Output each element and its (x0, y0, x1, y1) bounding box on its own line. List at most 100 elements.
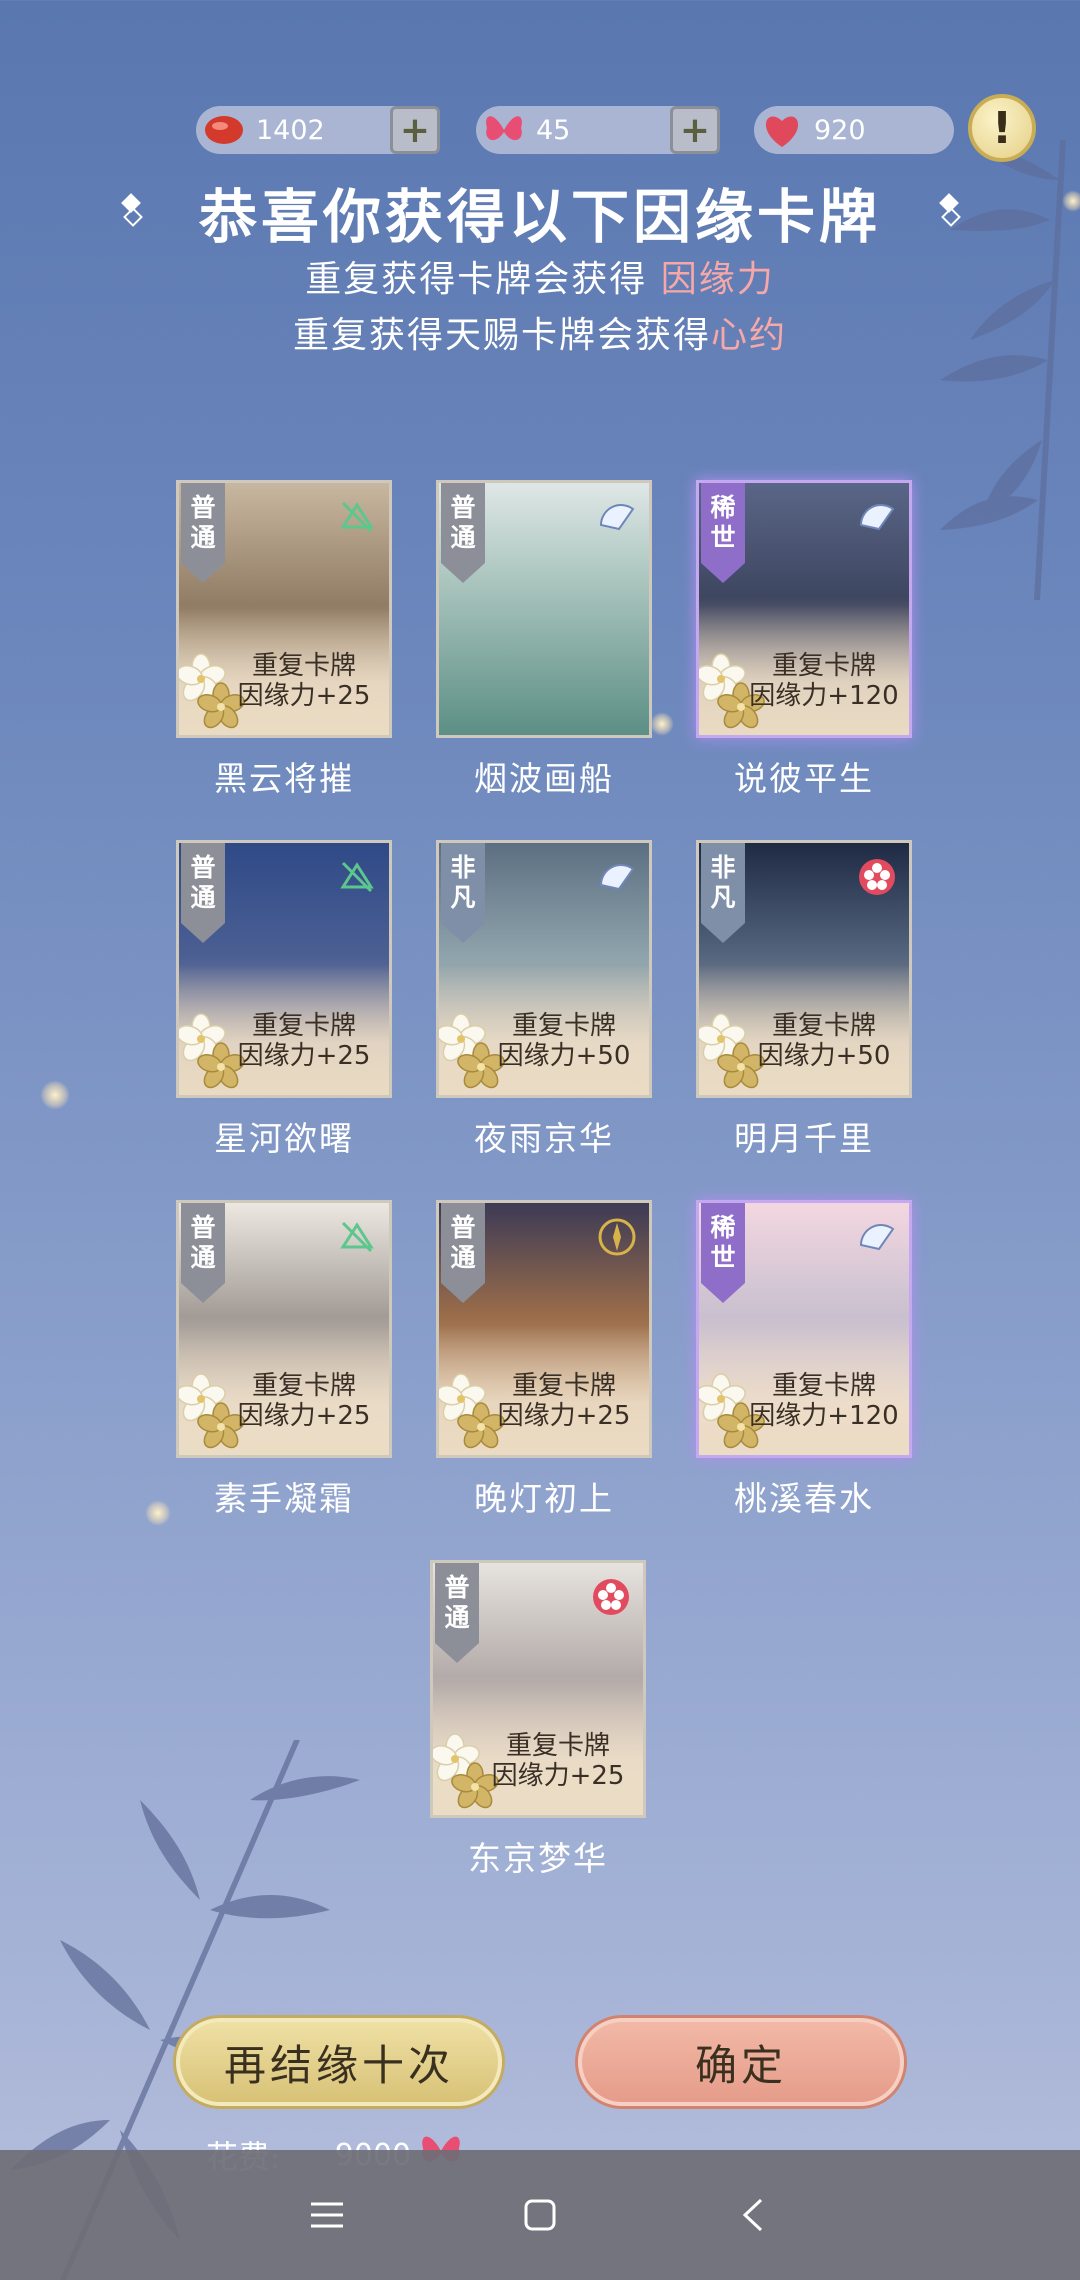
rarity-char-2: 通 (190, 883, 216, 912)
card-frame[interactable]: 普 通 (436, 480, 652, 738)
rarity-char-1: 稀 (710, 493, 736, 522)
card-frame[interactable]: 普 通 重复卡牌 因缘力+25 (176, 840, 392, 1098)
rarity-ribbon: 稀 世 (701, 1203, 745, 1303)
rarity-ribbon: 普 通 (441, 1203, 485, 1303)
card-item[interactable]: 普 通 重复卡牌 因缘力+25 黑云将摧 (176, 480, 392, 800)
home-icon[interactable] (510, 2185, 570, 2245)
duplicate-label: 重复卡牌 (771, 1011, 876, 1041)
card-frame[interactable]: 非 凡 重复卡牌 因缘力+50 (696, 840, 912, 1098)
rarity-char-2: 通 (190, 1243, 216, 1272)
rarity-char-2: 通 (450, 523, 476, 552)
fate-bonus: 因缘力+120 (749, 1401, 899, 1431)
rarity-char-1: 普 (450, 493, 476, 522)
rarity-ribbon: 普 通 (435, 1563, 479, 1663)
duplicate-label: 重复卡牌 (251, 651, 356, 681)
card-item[interactable]: 稀 世 重复卡牌 因缘力+120 桃溪春水 (696, 1200, 912, 1520)
card-item[interactable]: 普 通 重复卡牌 因缘力+25 素手凝霜 (176, 1200, 392, 1520)
card-item[interactable]: 普 通 重复卡牌 因缘力+25 星河欲曙 (176, 840, 392, 1160)
add-jade-button[interactable]: + (390, 106, 440, 154)
duplicate-note: 重复卡牌 因缘力+50 (745, 1011, 903, 1071)
fate-bonus: 因缘力+50 (497, 1041, 631, 1071)
confirm-button[interactable]: 确定 (578, 2018, 904, 2106)
card-item[interactable]: 普 通 重复卡牌 因缘力+25 晚灯初上 (436, 1200, 652, 1520)
rarity-char-2: 通 (190, 523, 216, 552)
exclamation-icon: ! (991, 102, 1013, 154)
jade-value: 1402 (256, 114, 325, 146)
butterfly-value: 45 (536, 114, 571, 146)
card-name: 夜雨京华 (474, 1119, 614, 1158)
card-item[interactable]: 非 凡 重复卡牌 因缘力+50 明月千里 (696, 840, 912, 1160)
menu-icon[interactable] (297, 2185, 357, 2245)
subtitle-2-highlight: 心约 (711, 315, 788, 356)
rarity-ribbon: 普 通 (441, 483, 485, 583)
duplicate-note: 重复卡牌 因缘力+120 (745, 651, 903, 711)
compass-icon (595, 1215, 639, 1259)
duplicate-label: 重复卡牌 (771, 651, 876, 681)
duplicate-label: 重复卡牌 (511, 1011, 616, 1041)
fan-icon (855, 495, 899, 539)
rarity-char-2: 通 (444, 1603, 470, 1632)
rarity-char-1: 普 (444, 1573, 470, 1602)
fan-icon (595, 495, 639, 539)
heart-icon (754, 106, 810, 154)
duplicate-label: 重复卡牌 (251, 1011, 356, 1041)
duplicate-note: 重复卡牌 因缘力+25 (225, 1011, 383, 1071)
card-name: 烟波画船 (474, 759, 614, 798)
fate-bonus: 因缘力+25 (491, 1761, 625, 1791)
card-frame[interactable]: 非 凡 重复卡牌 因缘力+50 (436, 840, 652, 1098)
subtitle-1-highlight: 因缘力 (660, 259, 775, 300)
rarity-char-1: 非 (450, 853, 476, 882)
fan-icon (855, 1215, 899, 1259)
card-item[interactable]: 非 凡 重复卡牌 因缘力+50 夜雨京华 (436, 840, 652, 1160)
card-name: 桃溪春水 (734, 1479, 874, 1518)
card-frame[interactable]: 稀 世 重复卡牌 因缘力+120 (696, 1200, 912, 1458)
card-name: 星河欲曙 (214, 1119, 354, 1158)
duplicate-note: 重复卡牌 因缘力+25 (225, 651, 383, 711)
rarity-char-2: 凡 (710, 883, 736, 912)
heart-value: 920 (814, 114, 866, 146)
fate-bonus: 因缘力+25 (497, 1401, 631, 1431)
currency-bar: 1402 + 45 + 920 ! (196, 94, 1036, 162)
rarity-ribbon: 普 通 (181, 483, 225, 583)
duplicate-note: 重复卡牌 因缘力+50 (485, 1011, 643, 1071)
duplicate-note: 重复卡牌 因缘力+120 (745, 1371, 903, 1431)
fate-bonus: 因缘力+50 (757, 1041, 891, 1071)
add-butterfly-button[interactable]: + (670, 106, 720, 154)
rarity-char-1: 非 (710, 853, 736, 882)
fate-bonus: 因缘力+25 (237, 1041, 371, 1071)
rarity-char-1: 普 (450, 1213, 476, 1242)
card-frame[interactable]: 普 通 重复卡牌 因缘力+25 (430, 1560, 646, 1818)
rarity-char-2: 世 (710, 1243, 736, 1272)
butterfly-icon (476, 106, 532, 154)
rarity-ribbon: 稀 世 (701, 483, 745, 583)
rarity-char-2: 通 (450, 1243, 476, 1272)
rarity-char-1: 普 (190, 853, 216, 882)
card-frame[interactable]: 普 通 重复卡牌 因缘力+25 (176, 480, 392, 738)
card-item[interactable]: 普 通 烟波画船 (436, 480, 652, 800)
duplicate-note: 重复卡牌 因缘力+25 (225, 1371, 383, 1431)
duplicate-note: 重复卡牌 因缘力+25 (479, 1731, 637, 1791)
card-name: 黑云将摧 (214, 759, 354, 798)
duplicate-label: 重复卡牌 (511, 1371, 616, 1401)
sparkle (145, 1500, 171, 1526)
rarity-char-2: 凡 (450, 883, 476, 912)
card-item[interactable]: 稀 世 重复卡牌 因缘力+120 说彼平生 (696, 480, 912, 800)
card-item[interactable]: 普 通 重复卡牌 因缘力+25 东京梦华 (430, 1560, 646, 1880)
card-frame[interactable]: 普 通 重复卡牌 因缘力+25 (436, 1200, 652, 1458)
page-title: 恭喜你获得以下因缘卡牌 (198, 183, 881, 251)
draw-again-button[interactable]: 再结缘十次 (176, 2018, 502, 2106)
duplicate-label: 重复卡牌 (505, 1731, 610, 1761)
rarity-char-2: 世 (710, 523, 736, 552)
subtitle-2: 重复获得天赐卡牌会获得心约 (292, 315, 788, 356)
sparkle (40, 1080, 70, 1110)
card-frame[interactable]: 普 通 重复卡牌 因缘力+25 (176, 1200, 392, 1458)
card-frame[interactable]: 稀 世 重复卡牌 因缘力+120 (696, 480, 912, 738)
back-icon[interactable] (723, 2185, 783, 2245)
subtitle-1: 重复获得卡牌会获得 因缘力 (305, 259, 775, 300)
alert-button[interactable]: ! (968, 94, 1036, 162)
card-name: 明月千里 (734, 1119, 874, 1158)
duplicate-label: 重复卡牌 (251, 1371, 356, 1401)
rarity-ribbon: 非 凡 (701, 843, 745, 943)
fate-bonus: 因缘力+25 (237, 1401, 371, 1431)
rarity-char-1: 普 (190, 493, 216, 522)
